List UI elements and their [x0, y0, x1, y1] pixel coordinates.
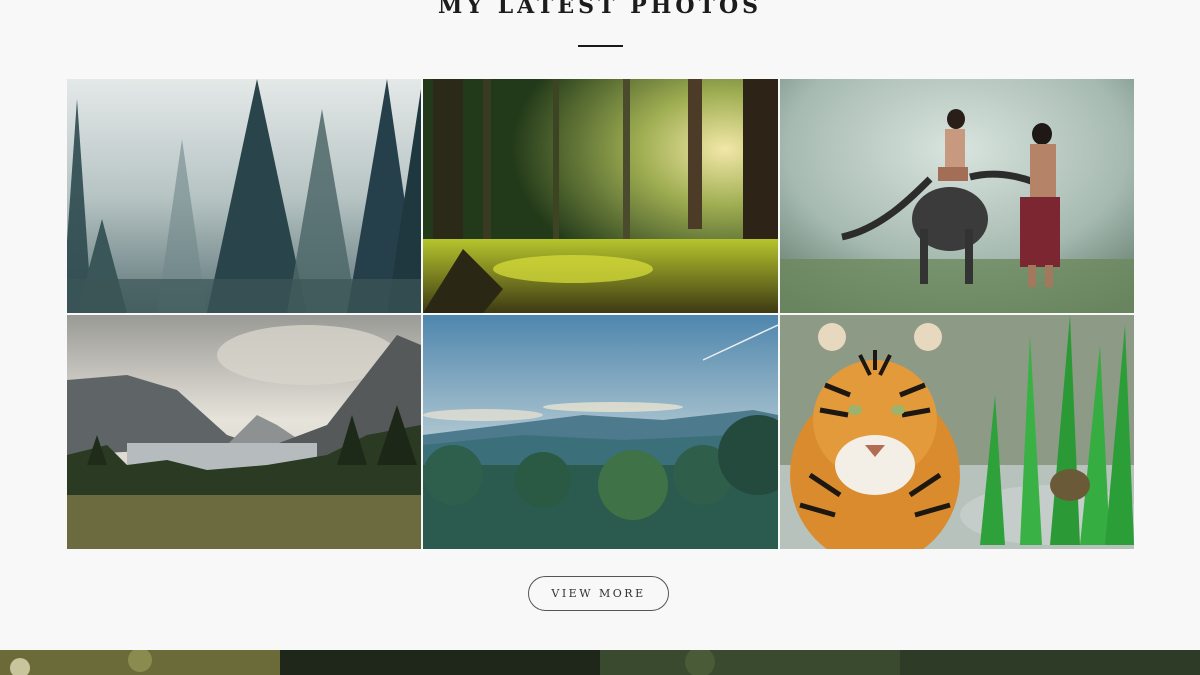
gallery-photo-2[interactable] — [423, 79, 778, 313]
tiger-image — [780, 315, 1134, 549]
latest-photos-section: MY LATEST PHOTOS VIEW MORE — [0, 0, 1200, 675]
photo-gallery — [67, 79, 1134, 549]
forest-hills-image — [423, 315, 778, 549]
view-more-button[interactable]: VIEW MORE — [528, 576, 669, 611]
gallery-photo-6[interactable] — [780, 315, 1134, 549]
gallery-photo-4[interactable] — [67, 315, 421, 549]
misty-forest-image — [67, 79, 421, 313]
sunlit-forest-image — [423, 79, 778, 313]
gallery-photo-3[interactable] — [780, 79, 1134, 313]
gallery-photo-1[interactable] — [67, 79, 421, 313]
next-section-background-image — [0, 650, 1200, 675]
title-divider — [578, 45, 623, 47]
mountain-lake-image — [67, 315, 421, 549]
buffalo-rider-image — [780, 79, 1134, 313]
gallery-photo-5[interactable] — [423, 315, 778, 549]
section-title: MY LATEST PHOTOS — [437, 0, 763, 19]
